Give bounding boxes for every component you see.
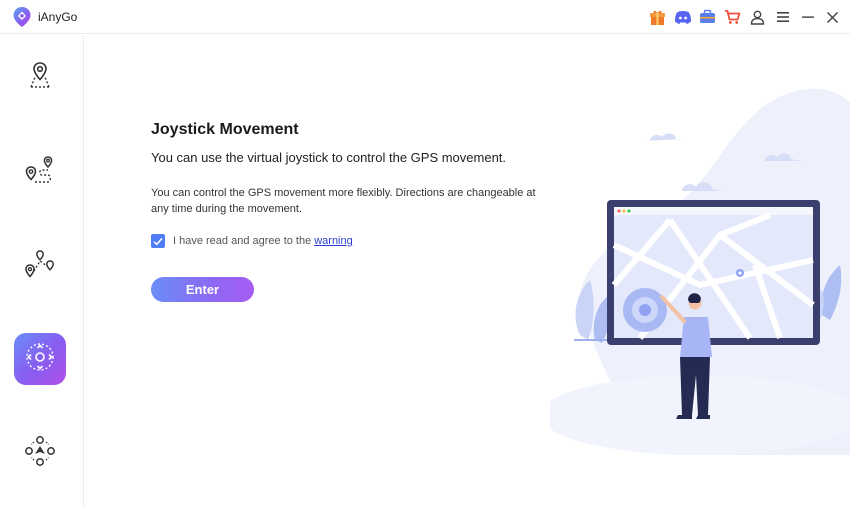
single-location-pin-icon [23, 60, 57, 95]
page-title: Joystick Movement [151, 121, 299, 138]
minimize-icon[interactable] [798, 8, 817, 27]
gift-icon[interactable] [648, 8, 667, 27]
joystick-icon [22, 339, 58, 380]
sidebar-item-two-spot[interactable] [14, 147, 66, 199]
enter-button[interactable]: Enter [151, 277, 254, 302]
two-spot-route-icon [22, 154, 58, 193]
close-icon[interactable] [823, 8, 842, 27]
discord-icon[interactable] [673, 8, 692, 27]
multi-spot-route-icon [22, 247, 58, 288]
sidebar-item-joystick[interactable] [14, 333, 66, 385]
app-logo-icon [12, 6, 32, 28]
toolbox-icon[interactable] [698, 8, 717, 27]
agree-checkbox[interactable] [151, 234, 165, 248]
sidebar-item-more[interactable] [14, 427, 66, 479]
user-icon[interactable] [748, 8, 767, 27]
app-title: iAnyGo [38, 10, 78, 24]
checkmark-icon [153, 237, 163, 245]
sidebar [0, 35, 84, 508]
title-bar: iAnyGo [0, 0, 850, 34]
sidebar-item-multi-spot[interactable] [14, 241, 66, 293]
mode-description: You can control the GPS movement more fl… [151, 187, 536, 215]
agreement-row: I have read and agree to the warning [151, 234, 353, 248]
sidebar-item-teleport[interactable] [14, 51, 66, 103]
cart-icon[interactable] [723, 8, 742, 27]
joystick-arrows-icon [22, 433, 58, 474]
page-subtitle: You can use the virtual joystick to cont… [151, 150, 507, 165]
warning-link[interactable]: warning [314, 235, 353, 247]
agree-label: I have read and agree to the [173, 235, 312, 247]
joystick-illustration [540, 85, 850, 455]
menu-icon[interactable] [773, 8, 792, 27]
titlebar-actions [648, 6, 842, 28]
